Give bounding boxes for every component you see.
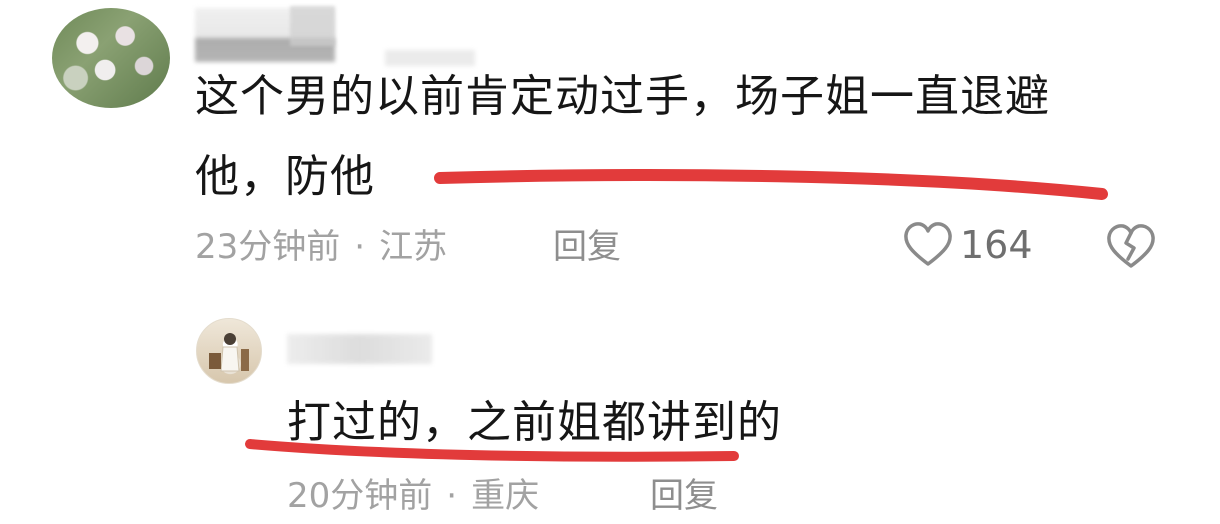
heart-outline-icon bbox=[904, 222, 952, 266]
timestamp: 23分钟前 bbox=[195, 227, 341, 267]
meta-separator: · bbox=[354, 227, 366, 267]
meta-separator: · bbox=[446, 476, 458, 516]
comment-meta: 23分钟前 · 江苏 bbox=[195, 227, 447, 267]
comment-line: 这个男的以前肯定动过手，场子姐一直退避 bbox=[195, 71, 1050, 122]
avatar[interactable] bbox=[52, 8, 170, 108]
comment-text: 打过的，之前姐都讲到的 bbox=[287, 397, 782, 448]
reply-button[interactable]: 回复 bbox=[650, 476, 718, 516]
username-redacted bbox=[287, 334, 432, 364]
like-button[interactable]: 164 bbox=[902, 220, 1033, 270]
username-redacted bbox=[290, 6, 335, 46]
broken-heart-icon[interactable] bbox=[1104, 221, 1158, 271]
comment-line: 他，防他 bbox=[195, 151, 375, 202]
timestamp: 20分钟前 bbox=[287, 476, 433, 516]
comment-text: 这个男的以前肯定动过手，场子姐一直退避 他，防他 bbox=[195, 57, 1175, 217]
avatar-figure bbox=[209, 333, 249, 372]
like-count: 164 bbox=[960, 223, 1033, 267]
location: 江苏 bbox=[379, 227, 448, 267]
avatar[interactable] bbox=[196, 318, 262, 384]
reply-button[interactable]: 回复 bbox=[553, 227, 621, 267]
location: 重庆 bbox=[471, 476, 540, 516]
comment-meta: 20分钟前 · 重庆 bbox=[287, 476, 539, 516]
